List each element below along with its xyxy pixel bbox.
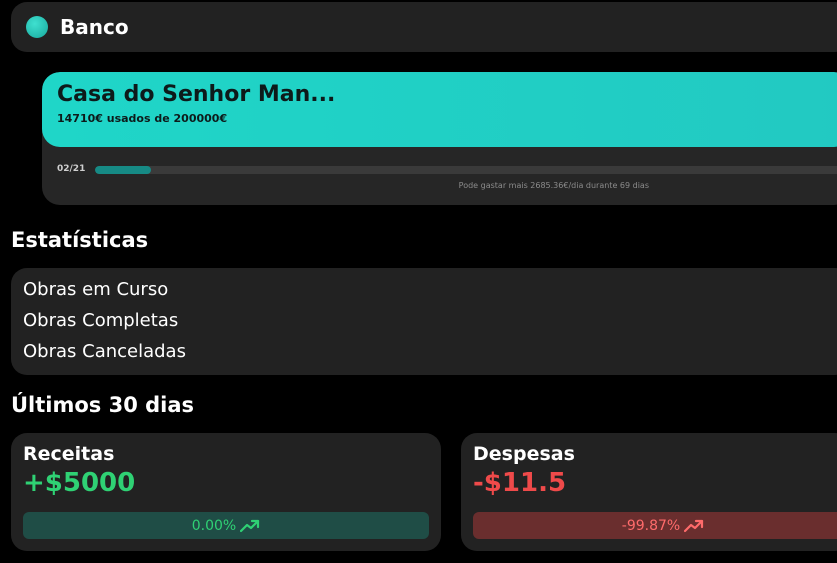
expense-change-badge: -99.87% xyxy=(473,512,837,539)
project-title: Casa do Senhor Man... xyxy=(57,82,336,107)
trending-up-icon xyxy=(240,519,260,532)
project-spend-hint: Pode gastar mais 2685.36€/dia durante 69… xyxy=(458,181,649,190)
bank-selector[interactable]: Banco xyxy=(11,2,837,52)
stats-item-completed[interactable]: Obras Completas xyxy=(23,309,837,340)
project-progress-bar xyxy=(95,166,837,174)
stats-title: Estatísticas xyxy=(11,228,149,252)
bank-color-icon xyxy=(26,16,48,38)
project-progress-fill xyxy=(95,166,151,174)
stats-card: Obras em Curso Obras Completas Obras Can… xyxy=(11,268,837,375)
trending-up-icon xyxy=(684,519,704,532)
project-footer: 02/21 Pode gastar mais 2685.36€/dia dura… xyxy=(42,147,837,205)
project-header: Casa do Senhor Man... 14710€ usados de 2… xyxy=(42,72,837,147)
expense-card[interactable]: Despesas -$11.5 -99.87% xyxy=(461,433,837,551)
expense-change-value: -99.87% xyxy=(621,517,681,534)
bank-name: Banco xyxy=(60,15,129,39)
income-value: +$5000 xyxy=(23,468,136,498)
income-card[interactable]: Receitas +$5000 0.00% xyxy=(11,433,441,551)
stats-item-canceled[interactable]: Obras Canceladas xyxy=(23,340,837,371)
project-usage: 14710€ usados de 200000€ xyxy=(57,112,228,125)
expense-value: -$11.5 xyxy=(473,468,567,498)
stats-item-in-progress[interactable]: Obras em Curso xyxy=(23,278,837,309)
last-30-days-title: Últimos 30 dias xyxy=(11,393,195,417)
project-card[interactable]: Casa do Senhor Man... 14710€ usados de 2… xyxy=(42,72,837,205)
expense-label: Despesas xyxy=(473,443,575,465)
project-date: 02/21 xyxy=(57,164,86,174)
income-label: Receitas xyxy=(23,443,115,465)
income-change-value: 0.00% xyxy=(191,517,237,534)
income-change-badge: 0.00% xyxy=(23,512,429,539)
